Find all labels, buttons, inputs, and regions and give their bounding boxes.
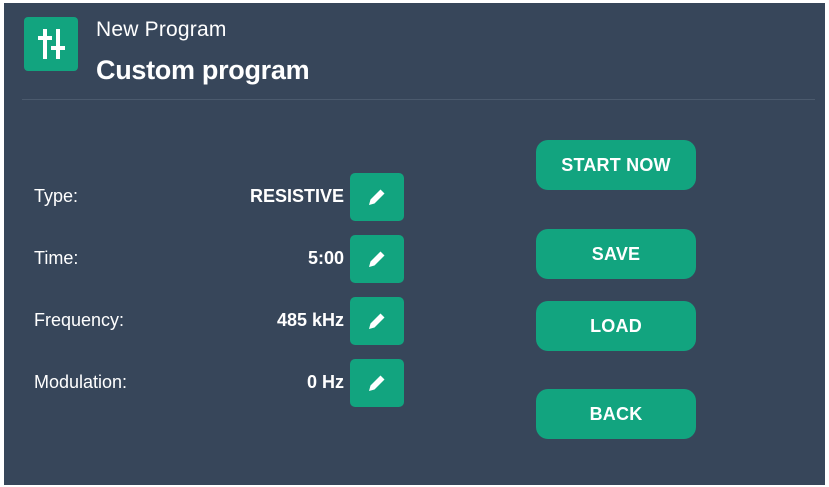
setting-row-frequency: Frequency: 485 kHz (4, 297, 424, 345)
setting-value: 0 Hz (306, 372, 344, 392)
edit-frequency-button[interactable] (350, 297, 404, 345)
setting-row-type: Type: RESISTIVE (4, 173, 424, 221)
setting-row-modulation: Modulation: 0 Hz (4, 359, 424, 407)
pencil-icon (369, 313, 385, 329)
setting-value: 5:00 (307, 248, 344, 268)
edit-modulation-button[interactable] (350, 359, 404, 407)
setting-row-time: Time: 5:00 (4, 235, 424, 283)
setting-label: Type: (34, 186, 79, 206)
setting-label: Time: (34, 248, 79, 268)
edit-type-button[interactable] (350, 173, 404, 221)
page-subtitle: New Program (96, 18, 227, 41)
pencil-icon (369, 189, 385, 205)
setting-value: RESISTIVE (249, 186, 344, 206)
program-screen: New Program Custom program Type: RESISTI… (4, 3, 825, 485)
page-title: Custom program (96, 55, 310, 85)
save-button[interactable]: SAVE (536, 229, 696, 279)
setting-label: Modulation: (34, 372, 128, 392)
sliders-icon (24, 17, 78, 71)
setting-value: 485 kHz (276, 310, 344, 330)
load-button[interactable]: LOAD (536, 301, 696, 351)
header-divider (22, 99, 815, 100)
pencil-icon (369, 251, 385, 267)
start-now-button[interactable]: START NOW (536, 140, 696, 190)
back-button[interactable]: BACK (536, 389, 696, 439)
setting-label: Frequency: (34, 310, 125, 330)
edit-time-button[interactable] (350, 235, 404, 283)
pencil-icon (369, 375, 385, 391)
